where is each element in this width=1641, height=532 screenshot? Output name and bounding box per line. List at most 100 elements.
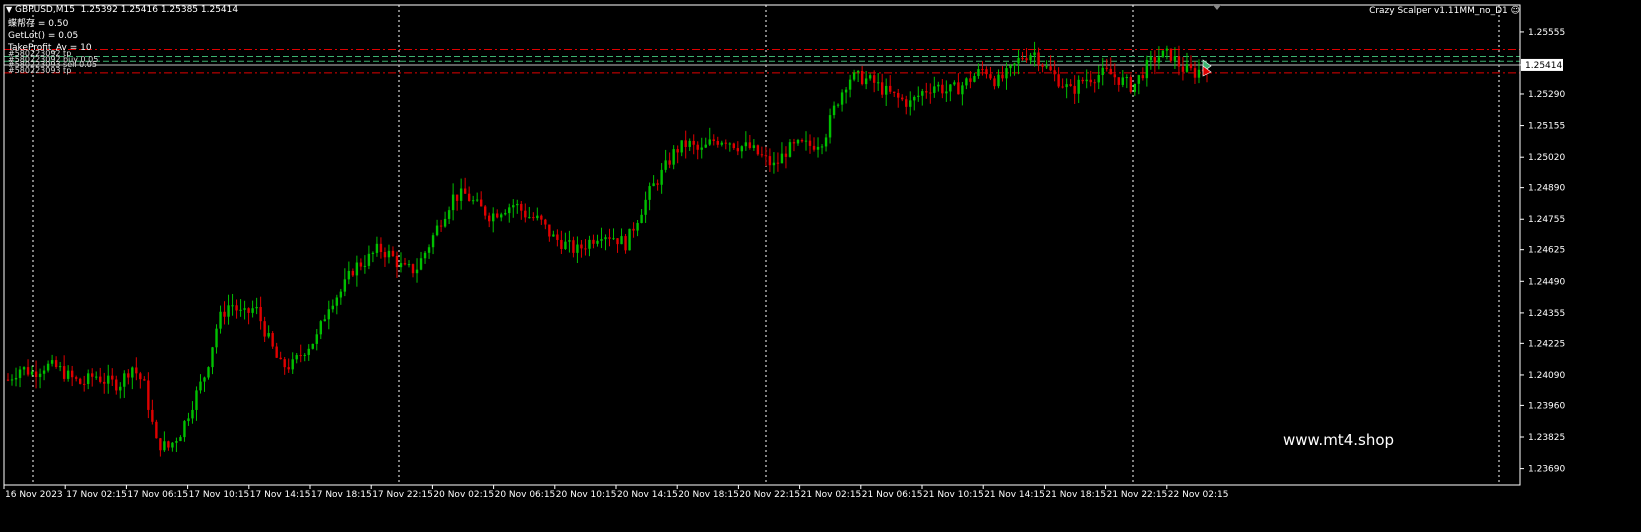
chart-canvas[interactable]: 1.25555 1.25290 1.25155 1.25020 1.24890 1.247… — [0, 0, 1641, 528]
candle — [455, 194, 459, 211]
candle-body — [925, 91, 928, 93]
y-tick-label: 1.25290 — [1528, 90, 1565, 100]
candle-body — [844, 89, 848, 93]
candle — [868, 73, 872, 81]
candle — [275, 342, 278, 359]
candle — [812, 137, 816, 152]
candle — [259, 296, 262, 330]
candle-body — [1173, 56, 1177, 61]
candle-body — [848, 79, 852, 90]
candle — [492, 207, 495, 233]
candle-body — [1089, 79, 1092, 83]
y-axis-ticks: 1.25555 1.25290 1.25155 1.25020 1.24890 1.247… — [1520, 28, 1565, 475]
candle-body — [1113, 74, 1116, 78]
day-separator-lines — [32, 5, 1500, 485]
candle — [828, 108, 832, 144]
candle-body — [439, 225, 443, 227]
candle — [1013, 62, 1016, 76]
candle — [704, 137, 707, 149]
candle-body — [62, 366, 66, 379]
candle — [1133, 83, 1137, 96]
candle-body — [917, 95, 920, 97]
candle — [135, 357, 138, 381]
triangle-down-icon[interactable]: ▼ — [6, 5, 12, 14]
candle — [251, 300, 254, 318]
candle-body — [656, 183, 659, 185]
candle-body — [953, 82, 956, 85]
candle — [572, 236, 575, 258]
candle — [808, 134, 812, 154]
candle-body — [632, 228, 635, 231]
candle-body — [604, 237, 607, 240]
candle-body — [42, 370, 46, 374]
candle-body — [355, 262, 359, 276]
candle — [796, 138, 800, 146]
candles — [6, 41, 1209, 457]
candle-body — [391, 250, 395, 257]
candle — [876, 72, 880, 91]
candle — [183, 420, 186, 442]
candle — [1073, 75, 1076, 104]
candle-body — [26, 367, 30, 375]
candle-body — [740, 146, 744, 152]
candle-body — [1133, 83, 1137, 92]
candle-body — [307, 348, 310, 355]
candle — [18, 366, 22, 388]
x-tick-label: 20 Nov 14:15 — [617, 490, 678, 500]
y-tick-label: 1.25020 — [1528, 153, 1565, 163]
candle-body — [78, 378, 82, 384]
candle — [889, 75, 892, 94]
candle-body — [455, 194, 459, 201]
candle-body — [459, 188, 463, 201]
candle — [772, 152, 776, 174]
candle — [957, 73, 960, 95]
candle-body — [752, 145, 756, 148]
candle — [431, 232, 435, 255]
candle — [163, 431, 166, 452]
candle — [247, 307, 250, 325]
candle-body — [147, 380, 150, 410]
candle — [804, 131, 808, 151]
expert-advisor-badge[interactable]: Crazy Scalper v1.11MM_no_D1 ☺ — [1369, 6, 1520, 16]
candle — [636, 219, 639, 237]
candle-body — [175, 441, 178, 443]
candle — [199, 374, 202, 394]
candle — [315, 328, 318, 351]
candle-body — [580, 244, 583, 249]
candle — [407, 260, 411, 268]
smiley-icon[interactable]: ☺ — [1511, 6, 1520, 16]
candle-body — [933, 86, 936, 93]
candle — [644, 191, 647, 223]
candle-body — [1097, 74, 1100, 83]
candle — [339, 288, 343, 305]
candle-body — [479, 199, 483, 207]
candle — [488, 212, 491, 228]
candle-body — [808, 140, 812, 146]
candle-body — [780, 153, 784, 164]
candle-body — [700, 147, 703, 150]
candle-body — [1093, 82, 1096, 84]
y-tick-label: 1.24225 — [1528, 339, 1565, 349]
candle — [688, 138, 691, 152]
candle — [532, 212, 535, 221]
candle-body — [331, 305, 335, 310]
candle-body — [91, 373, 94, 377]
candle-body — [620, 236, 623, 245]
info-line-2: GetLot() = 0.05 — [8, 31, 79, 41]
candle — [600, 227, 603, 249]
candle — [708, 127, 711, 146]
candle-body — [219, 311, 222, 329]
candle-body — [159, 438, 162, 451]
price-chart[interactable]: 1.25555 1.25290 1.25155 1.25020 1.24890 1.247… — [0, 0, 1641, 528]
candle-body — [475, 199, 479, 201]
candle-body — [38, 373, 42, 378]
candle — [969, 71, 972, 89]
candle — [1029, 52, 1032, 65]
candle — [800, 138, 804, 143]
candle-body — [155, 421, 158, 439]
candle-body — [259, 306, 262, 322]
candle-body — [187, 418, 190, 422]
candle — [347, 261, 351, 285]
candle-body — [768, 156, 772, 166]
candle-body — [1069, 84, 1072, 86]
